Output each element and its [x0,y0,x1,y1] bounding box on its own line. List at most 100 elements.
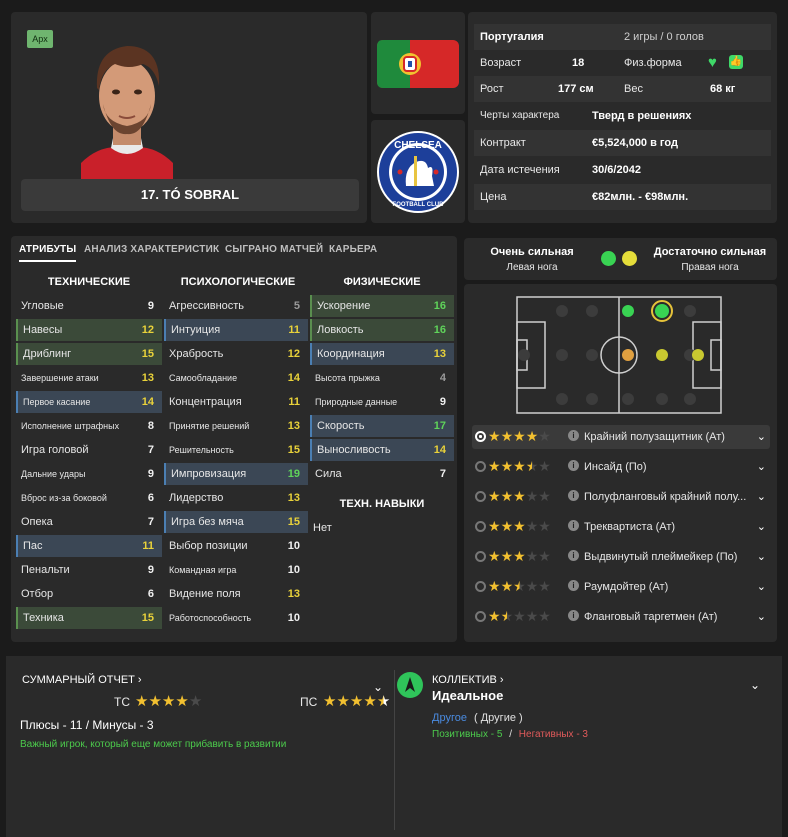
attribute-row[interactable]: Импровизация 19 [164,463,308,485]
attribute-row[interactable]: Пенальти 9 [16,559,162,581]
attribute-value: 14 [287,372,300,384]
attribute-row[interactable]: Выносливость 14 [310,439,454,461]
attribute-value: 6 [147,588,154,600]
role-row[interactable]: ★★★★★ i Выдвинутый плеймейкер (По) ⌄ [472,545,770,569]
attribute-row[interactable]: Скорость 17 [310,415,454,437]
attribute-row[interactable]: Видение поля 13 [164,583,308,605]
attribute-row[interactable]: Принятие решений 13 [164,415,308,437]
role-row[interactable]: ★★★★★ i Крайний полузащитник (Ат) ⌄ [472,425,770,449]
chevron-down-icon[interactable]: ⌄ [757,485,766,509]
radio-button[interactable] [475,551,486,562]
attribute-value: 14 [141,396,154,408]
info-icon[interactable]: i [568,580,579,591]
attribute-label: Скорость [317,420,365,432]
role-row[interactable]: ★★★★★ i Полуфланговый крайний полу... ⌄ [472,485,770,509]
attribute-row[interactable]: Храбрость 12 [164,343,308,365]
attribute-row[interactable]: Решительность 15 [164,439,308,461]
attribute-row[interactable]: Координация 13 [310,343,454,365]
tab-analysis[interactable]: АНАЛИЗ ХАРАКТЕРИСТИК [84,244,219,255]
nation-flag-panel[interactable] [371,12,465,114]
attribute-row[interactable]: Исполнение штрафных 8 [16,415,162,437]
attribute-value: 7 [147,444,154,456]
skills-value: Нет [313,522,332,534]
role-row[interactable]: ★★★★★ i Раумдойтер (Ат) ⌄ [472,575,770,599]
tab-attributes[interactable]: АТРИБУТЫ [19,244,77,262]
attribute-value: 5 [293,300,300,312]
nationality-row[interactable]: Португалия 2 игры / 0 голов [474,24,771,50]
attribute-row[interactable]: Отбор 6 [16,583,162,605]
attribute-row[interactable]: Вброс из-за боковой 6 [16,487,162,509]
report-title-link[interactable]: СУММАРНЫЙ ОТЧЕТ › [22,674,142,686]
team-title-link[interactable]: КОЛЛЕКТИВ › [432,674,504,686]
info-icon[interactable]: i [568,460,579,471]
attribute-row[interactable]: Агрессивность 5 [164,295,308,317]
attribute-value: 11 [288,324,300,336]
radio-button[interactable] [475,611,486,622]
personality-row[interactable]: Черты характера Тверд в решениях [474,103,771,129]
attribute-row[interactable]: Техника 15 [16,607,162,629]
role-row[interactable]: ★★★★★ i Инсайд (По) ⌄ [472,455,770,479]
player-photo [71,28,183,188]
info-icon[interactable]: i [568,430,579,441]
attribute-label: Импровизация [171,468,247,480]
club-badge-panel[interactable]: CHELSEA FOOTBALL CLUB [371,120,465,223]
right-foot-dot [622,251,637,266]
attributes-panel: АТРИБУТЫ АНАЛИЗ ХАРАКТЕРИСТИК СЫГРАНО МА… [11,236,457,642]
attribute-row[interactable]: Пас 11 [16,535,162,557]
chevron-down-icon[interactable]: ⌄ [757,575,766,599]
radio-button[interactable] [475,491,486,502]
attribute-row[interactable]: Угловые 9 [16,295,162,317]
attribute-row[interactable]: Ускорение 16 [310,295,454,317]
team-chevron-down-icon[interactable]: ⌄ [750,678,760,692]
info-icon[interactable]: i [568,520,579,531]
attribute-row[interactable]: Концентрация 11 [164,391,308,413]
attribute-row[interactable]: Дальние удары 9 [16,463,162,485]
right-foot-label: Правая нога [681,262,739,273]
contract-row[interactable]: Контракт €5,524,000 в год [474,130,771,156]
chevron-down-icon[interactable]: ⌄ [757,425,766,449]
tab-matches[interactable]: СЫГРАНО МАТЧЕЙ [225,244,323,255]
attribute-row[interactable]: Работоспособность 10 [164,607,308,629]
attribute-value: 10 [287,564,300,576]
role-row[interactable]: ★★★★★ i Фланговый таргетмен (Ат) ⌄ [472,605,770,629]
radio-button[interactable] [475,581,486,592]
chevron-down-icon[interactable]: ⌄ [757,455,766,479]
other-link[interactable]: Другое [432,712,467,724]
tab-career[interactable]: КАРЬЕРА [329,244,377,255]
attribute-row[interactable]: Самообладание 14 [164,367,308,389]
info-icon[interactable]: i [568,550,579,561]
attribute-row[interactable]: Командная игра 10 [164,559,308,581]
chevron-down-icon[interactable]: ⌄ [757,605,766,629]
attribute-row[interactable]: Игра без мяча 15 [164,511,308,533]
attribute-row[interactable]: Первое касание 14 [16,391,162,413]
attribute-row[interactable]: Лидерство 13 [164,487,308,509]
attribute-row[interactable]: Выбор позиции 10 [164,535,308,557]
personality-label: Черты характера [480,110,560,121]
radio-button[interactable] [475,431,486,442]
chevron-down-icon[interactable]: ⌄ [757,545,766,569]
attribute-row[interactable]: Дриблинг 15 [16,343,162,365]
info-icon[interactable]: i [568,490,579,501]
attribute-row[interactable]: Интуиция 11 [164,319,308,341]
attribute-row[interactable]: Природные данные 9 [310,391,454,413]
mental-heading: ПСИХОЛОГИЧЕСКИЕ [180,276,296,288]
radio-button[interactable] [475,521,486,532]
attribute-row[interactable]: Ловкость 16 [310,319,454,341]
role-name: Треквартиста (Ат) [584,521,676,533]
role-row[interactable]: ★★★★★ i Треквартиста (Ат) ⌄ [472,515,770,539]
chevron-down-icon[interactable]: ⌄ [757,515,766,539]
info-icon[interactable]: i [568,610,579,621]
attribute-row[interactable]: Игра головой 7 [16,439,162,461]
age-row: Возраст 18 Физ.форма ♥ 👍 [474,50,771,76]
attribute-label: Навесы [23,324,63,336]
thumbs-up-icon[interactable]: 👍 [729,55,743,69]
svg-text:CHELSEA: CHELSEA [394,140,442,151]
attribute-row[interactable]: Навесы 12 [16,319,162,341]
attribute-value: 16 [433,324,446,336]
attribute-row[interactable]: Высота прыжка 4 [310,367,454,389]
positive-count: Позитивных - 5 [432,729,503,740]
attribute-row[interactable]: Сила 7 [310,463,454,485]
radio-button[interactable] [475,461,486,472]
attribute-row[interactable]: Опека 7 [16,511,162,533]
attribute-row[interactable]: Завершение атаки 13 [16,367,162,389]
